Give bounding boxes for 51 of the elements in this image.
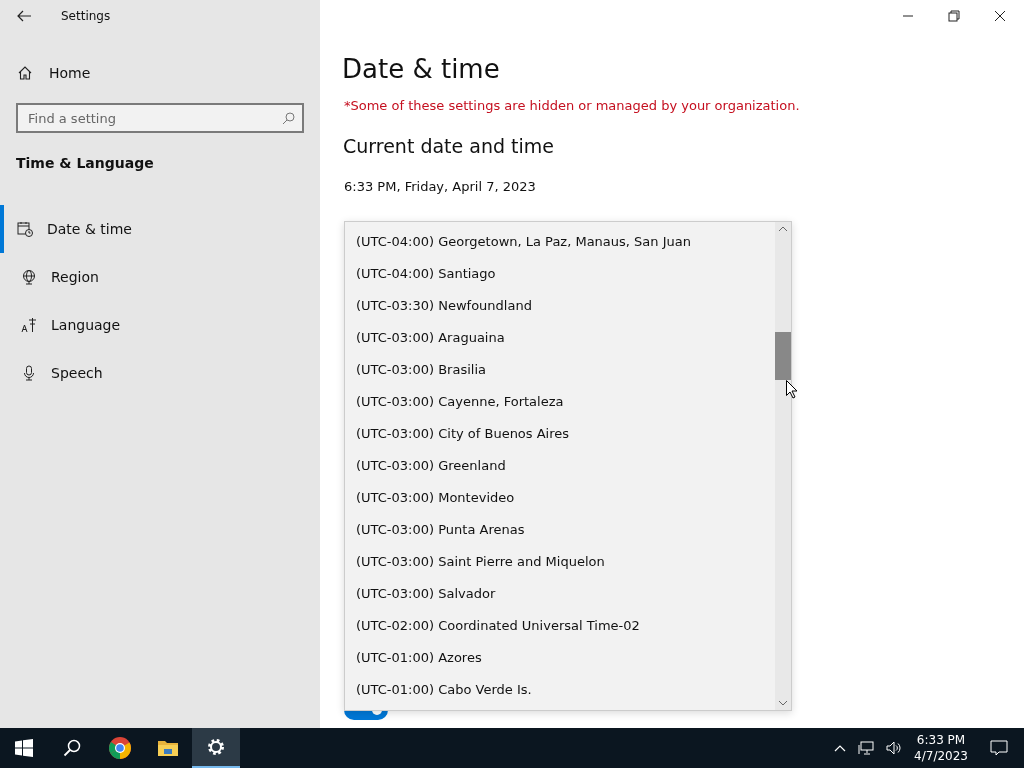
page-title: Date & time [342, 54, 501, 84]
home-icon [17, 65, 33, 81]
timezone-option[interactable]: (UTC-03:00) Cayenne, Fortaleza [345, 386, 775, 418]
section-heading: Time & Language [16, 155, 155, 171]
mouse-cursor [786, 380, 798, 399]
timezone-option[interactable]: (UTC-03:00) Salvador [345, 578, 775, 610]
notifications-icon[interactable] [990, 740, 1008, 756]
windows-logo-icon [15, 739, 33, 757]
restore-icon[interactable] [948, 10, 960, 22]
timezone-option[interactable]: (UTC-03:00) Brasilia [345, 354, 775, 386]
nav-item[interactable]: Language [0, 301, 320, 349]
timezone-option[interactable]: (UTC-03:30) Newfoundland [345, 290, 775, 322]
microphone-icon [21, 365, 37, 381]
timezone-option[interactable]: (UTC-03:00) Punta Arenas [345, 514, 775, 546]
scrollbar[interactable] [775, 222, 791, 710]
taskbar-clock[interactable]: 6:33 PM 4/7/2023 [914, 732, 968, 764]
chevron-up-icon[interactable] [834, 744, 847, 752]
window-title: Settings [61, 9, 111, 23]
nav-item[interactable]: Region [0, 253, 320, 301]
browser-icon [108, 736, 132, 760]
language-icon [21, 317, 37, 333]
scroll-thumb[interactable] [775, 332, 791, 380]
timezone-option[interactable]: (UTC-04:00) Santiago [345, 258, 775, 290]
timezone-option[interactable]: (UTC-03:00) Montevideo [345, 482, 775, 514]
home-link[interactable]: Home [17, 57, 320, 89]
network-icon[interactable] [858, 741, 875, 755]
back-icon[interactable] [17, 10, 31, 22]
calendar-icon [17, 221, 33, 237]
timezone-option[interactable]: (UTC-01:00) Azores [345, 642, 775, 674]
volume-icon[interactable] [886, 741, 903, 755]
warning-text: *Some of these settings are hidden or managed by your organization. [343, 98, 801, 113]
timezone-option[interactable]: (UTC-02:00) Coordinated Universal Time-02 [345, 610, 775, 642]
timezone-option[interactable]: (UTC-01:00) Cabo Verde Is. [345, 674, 775, 706]
search-field[interactable]: Find a setting [16, 103, 304, 133]
timezone-option[interactable]: (UTC-03:00) Greenland [345, 450, 775, 482]
scroll-down-icon[interactable] [778, 700, 788, 706]
close-icon[interactable] [994, 10, 1006, 22]
timezone-option[interactable]: (UTC-03:00) City of Buenos Aires [345, 418, 775, 450]
timezone-option[interactable]: (UTC-03:00) Saint Pierre and Miquelon [345, 546, 775, 578]
section-heading: Current date and time [343, 135, 555, 157]
search-icon [282, 112, 295, 125]
search-icon [63, 739, 81, 757]
folder-icon [157, 739, 179, 757]
scroll-up-icon[interactable] [778, 226, 788, 232]
taskbar-button[interactable] [192, 728, 240, 768]
current-datetime: 6:33 PM, Friday, April 7, 2023 [343, 179, 537, 194]
nav-item[interactable]: Speech [0, 349, 320, 397]
timezone-option[interactable]: (UTC-03:00) Araguaina [345, 322, 775, 354]
gear-icon [206, 737, 226, 757]
globe-icon [21, 269, 37, 285]
timezone-option[interactable]: (UTC-04:00) Georgetown, La Paz, Manaus, San Juan [345, 226, 775, 258]
